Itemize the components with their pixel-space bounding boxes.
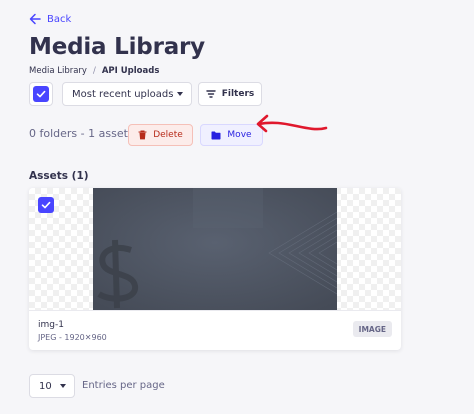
arrow-left-icon	[29, 13, 41, 25]
trash-icon	[138, 130, 147, 140]
entries-per-page-value: 10	[39, 380, 52, 392]
asset-checkbox[interactable]	[38, 197, 54, 213]
folder-icon	[211, 131, 221, 139]
asset-card[interactable]: img-1 JPEG - 1920✕960 IMAGE	[29, 188, 401, 350]
filters-label: Filters	[221, 89, 255, 99]
sort-select-value: Most recent uploads	[72, 88, 174, 100]
breadcrumb-separator: /	[92, 66, 96, 76]
chevron-down-icon	[60, 384, 66, 388]
filter-icon	[206, 90, 216, 98]
annotation-arrow-icon	[256, 114, 328, 133]
back-link[interactable]: Back	[29, 11, 71, 27]
back-label: Back	[47, 13, 72, 25]
selection-summary: 0 folders - 1 asset	[29, 127, 128, 140]
breadcrumb: Media Library / API Uploads	[29, 66, 159, 76]
assets-heading: Assets (1)	[29, 170, 89, 182]
breadcrumb-current: API Uploads	[101, 66, 160, 76]
sort-select[interactable]: Most recent uploads	[62, 82, 192, 106]
asset-type-badge: IMAGE	[352, 321, 392, 337]
asset-thumbnail	[93, 188, 337, 310]
filters-button[interactable]: Filters	[198, 82, 262, 106]
select-all-checkbox-wrapper[interactable]	[29, 82, 53, 106]
asset-info: img-1 JPEG - 1920✕960 IMAGE	[29, 310, 401, 350]
entries-per-page-label: Entries per page	[82, 380, 165, 391]
move-label: Move	[227, 130, 252, 140]
asset-name: img-1	[38, 320, 64, 330]
select-all-checkbox[interactable]	[33, 86, 49, 102]
delete-button[interactable]: Delete	[128, 124, 193, 146]
asset-meta: JPEG - 1920✕960	[38, 333, 107, 342]
chevron-down-icon	[177, 92, 183, 96]
breadcrumb-root[interactable]: Media Library	[29, 66, 87, 76]
delete-label: Delete	[153, 130, 183, 140]
entries-per-page-select[interactable]: 10	[29, 374, 75, 398]
page-title: Media Library	[29, 34, 205, 60]
asset-preview[interactable]	[29, 188, 401, 310]
check-icon	[41, 201, 51, 209]
check-icon	[36, 90, 46, 98]
